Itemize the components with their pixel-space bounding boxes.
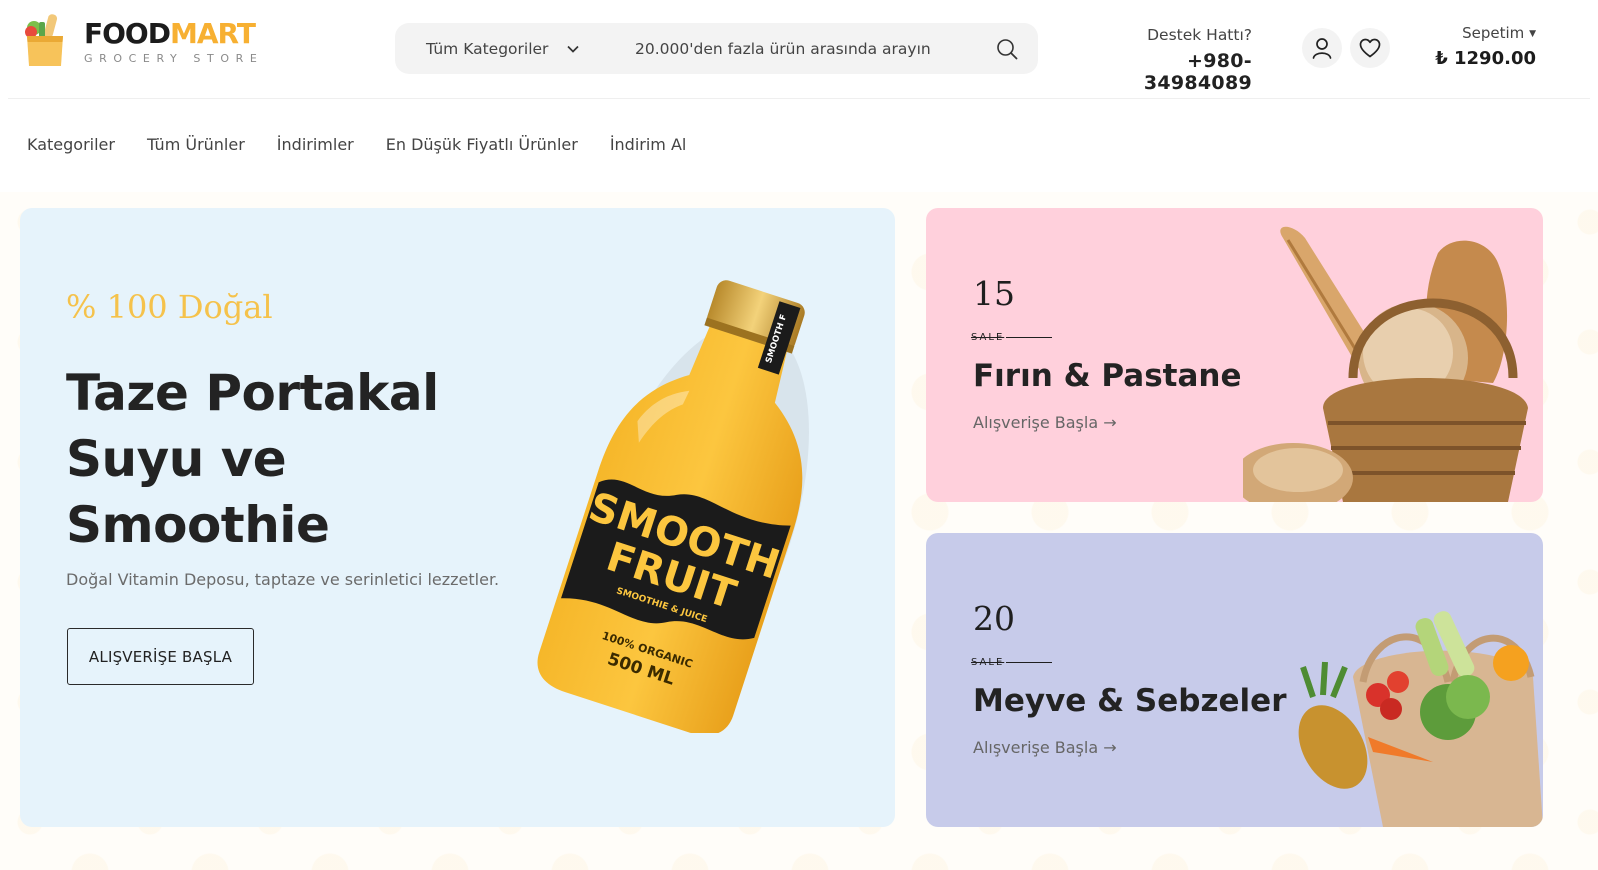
juice-bottle-image: SMOOTH F SMOOTH FRUIT SMOOTHIE & JUICE 1… xyxy=(537,280,809,733)
arrow-right-icon: → xyxy=(1103,413,1117,432)
shop-now-button[interactable]: ALIŞVERİŞE BAŞLA xyxy=(67,628,254,685)
search-input[interactable] xyxy=(601,39,976,58)
category-select[interactable]: Tüm Kategoriler xyxy=(395,40,601,58)
nav-item-get-discount[interactable]: İndirim Al xyxy=(610,135,687,154)
promo-shop-link-text: Alışverişe Başla xyxy=(973,413,1099,432)
promo-sale-label: SALE xyxy=(971,332,1053,343)
search-bar: Tüm Kategoriler xyxy=(395,23,1038,74)
promo-sale-text: SALE xyxy=(971,657,1005,668)
hero-banner: % 100 Doğal Taze Portakal Suyu ve Smooth… xyxy=(20,208,895,827)
cart-total: ₺ 1290.00 xyxy=(1435,48,1536,69)
promo-sale-text: SALE xyxy=(971,332,1005,343)
heart-icon xyxy=(1359,38,1381,58)
promo-title: Fırın & Pastane xyxy=(973,358,1242,394)
hero-title: Taze Portakal Suyu ve Smoothie xyxy=(66,364,439,554)
chevron-down-icon xyxy=(567,45,579,53)
nav-item-lowest-price[interactable]: En Düşük Fiyatlı Ürünler xyxy=(386,135,578,154)
hero-tag: % 100 Doğal xyxy=(66,288,273,326)
logo[interactable]: FOODMART GROCERY STORE xyxy=(24,14,263,68)
promo-discount-number: 20 xyxy=(973,599,1015,638)
nav-item-all-products[interactable]: Tüm Ürünler xyxy=(147,135,245,154)
promo-shop-link[interactable]: Alışverişe Başla → xyxy=(973,413,1117,432)
arrow-right-icon: → xyxy=(1103,738,1117,757)
category-select-value: Tüm Kategoriler xyxy=(426,39,549,58)
brand-name-part1: FOOD xyxy=(84,16,171,50)
support-phone[interactable]: +980-34984089 xyxy=(1080,50,1252,94)
cart-label: Sepetim xyxy=(1462,24,1525,42)
main-nav: Kategoriler Tüm Ürünler İndirimler En Dü… xyxy=(27,135,718,154)
account-button[interactable] xyxy=(1302,28,1342,68)
cart-button[interactable]: Sepetim ▼ ₺ 1290.00 xyxy=(1430,24,1536,69)
caret-down-icon: ▼ xyxy=(1529,29,1536,39)
nav-item-discounts[interactable]: İndirimler xyxy=(277,135,354,154)
bread-basket-image xyxy=(1243,226,1528,502)
promo-sale-label: SALE xyxy=(971,657,1053,668)
promo-card-bakery[interactable]: 15 SALE Fırın & Pastane Alışverişe Başla… xyxy=(926,208,1543,502)
promo-shop-link[interactable]: Alışverişe Başla → xyxy=(973,738,1117,757)
brand-name: FOODMART xyxy=(84,16,263,50)
hero-description: Doğal Vitamin Deposu, taptaze ve serinle… xyxy=(66,570,500,589)
search-icon xyxy=(997,38,1018,59)
promo-title: Meyve & Sebzeler xyxy=(973,683,1287,719)
promo-shop-link-text: Alışverişe Başla xyxy=(973,738,1099,757)
brand-name-part2: MART xyxy=(169,16,256,50)
brand-tagline: GROCERY STORE xyxy=(84,51,264,65)
nav-item-categories[interactable]: Kategoriler xyxy=(27,135,115,154)
promo-card-produce[interactable]: 20 SALE Meyve & Sebzeler Alışverişe Başl… xyxy=(926,533,1543,827)
user-icon xyxy=(1312,38,1332,59)
header-divider xyxy=(8,98,1590,99)
wishlist-button[interactable] xyxy=(1350,28,1390,68)
support-label: Destek Hattı? xyxy=(1147,26,1252,44)
vegetable-bag-image xyxy=(1298,611,1543,827)
search-button[interactable] xyxy=(976,23,1038,74)
site-header: FOODMART GROCERY STORE Tüm Kategoriler D… xyxy=(0,0,1598,100)
support-contact: Destek Hattı? +980-34984089 xyxy=(1080,26,1252,94)
grocery-bag-icon xyxy=(24,14,66,68)
promo-discount-number: 15 xyxy=(973,274,1015,313)
